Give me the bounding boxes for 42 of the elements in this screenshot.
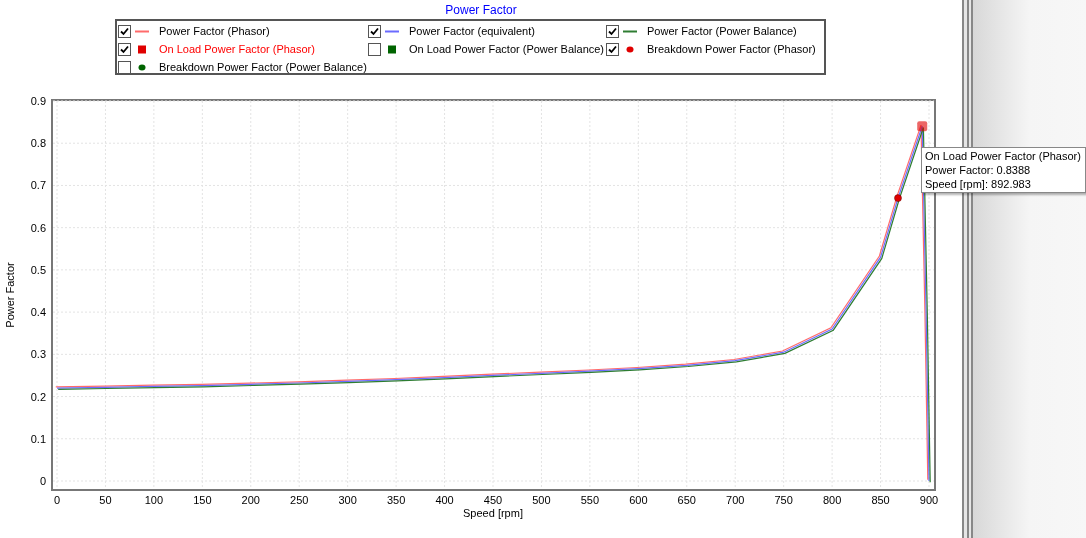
legend-label: On Load Power Factor (Power Balance) bbox=[409, 42, 605, 58]
x-tick-label: 50 bbox=[99, 494, 112, 506]
x-tick-label: 200 bbox=[241, 494, 260, 506]
x-tick-label: 450 bbox=[483, 494, 503, 506]
x-axis-title: Speed [rpm] bbox=[463, 507, 523, 519]
x-tick-label: 0 bbox=[53, 494, 61, 506]
tooltip-line: Speed [rpm]: 892.983 bbox=[925, 177, 1032, 191]
chart-title: Power Factor bbox=[445, 3, 517, 19]
tooltip-line: On Load Power Factor (Phasor) bbox=[925, 149, 1082, 163]
legend-label: Power Factor (Power Balance) bbox=[647, 24, 797, 40]
y-tick-label: 0.5 bbox=[30, 263, 46, 276]
x-tick-label: 300 bbox=[338, 494, 357, 506]
x-tick-label: 250 bbox=[290, 494, 309, 506]
legend-label: Power Factor (Phasor) bbox=[159, 24, 270, 40]
y-tick-label: 0 bbox=[39, 475, 46, 487]
x-tick-label: 750 bbox=[774, 494, 793, 506]
y-tick-label: 0.1 bbox=[30, 432, 46, 445]
x-tick-label: 600 bbox=[629, 494, 648, 506]
y-axis-title: Power Factor bbox=[4, 262, 16, 328]
y-tick-label: 0.2 bbox=[30, 390, 46, 403]
x-tick-label: 350 bbox=[386, 494, 406, 506]
legend-label: Breakdown Power Factor (Power Balance) bbox=[159, 60, 367, 76]
x-tick-label: 700 bbox=[726, 494, 745, 506]
y-tick-label: 0.8 bbox=[30, 137, 46, 150]
x-tick-label: 650 bbox=[677, 494, 696, 506]
x-tick-label: 800 bbox=[822, 494, 842, 506]
legend-label: Breakdown Power Factor (Phasor) bbox=[647, 42, 816, 58]
y-tick-label: 0.3 bbox=[30, 348, 46, 361]
x-tick-label: 900 bbox=[919, 494, 939, 506]
x-tick-label: 500 bbox=[532, 494, 551, 506]
tooltip-line: Power Factor: 0.8388 bbox=[925, 163, 1032, 177]
x-tick-label: 550 bbox=[580, 494, 600, 506]
y-tick-label: 0.6 bbox=[30, 221, 46, 234]
legend-label: On Load Power Factor (Phasor) bbox=[159, 42, 315, 58]
y-tick-label: 0.9 bbox=[30, 95, 46, 107]
y-tick-label: 0.4 bbox=[30, 306, 46, 319]
legend-label: Power Factor (equivalent) bbox=[409, 24, 535, 40]
x-tick-label: 100 bbox=[144, 494, 164, 506]
x-tick-label: 850 bbox=[871, 494, 890, 506]
y-tick-label: 0.7 bbox=[30, 179, 46, 192]
x-tick-label: 150 bbox=[193, 494, 212, 506]
x-tick-label: 400 bbox=[435, 494, 454, 506]
